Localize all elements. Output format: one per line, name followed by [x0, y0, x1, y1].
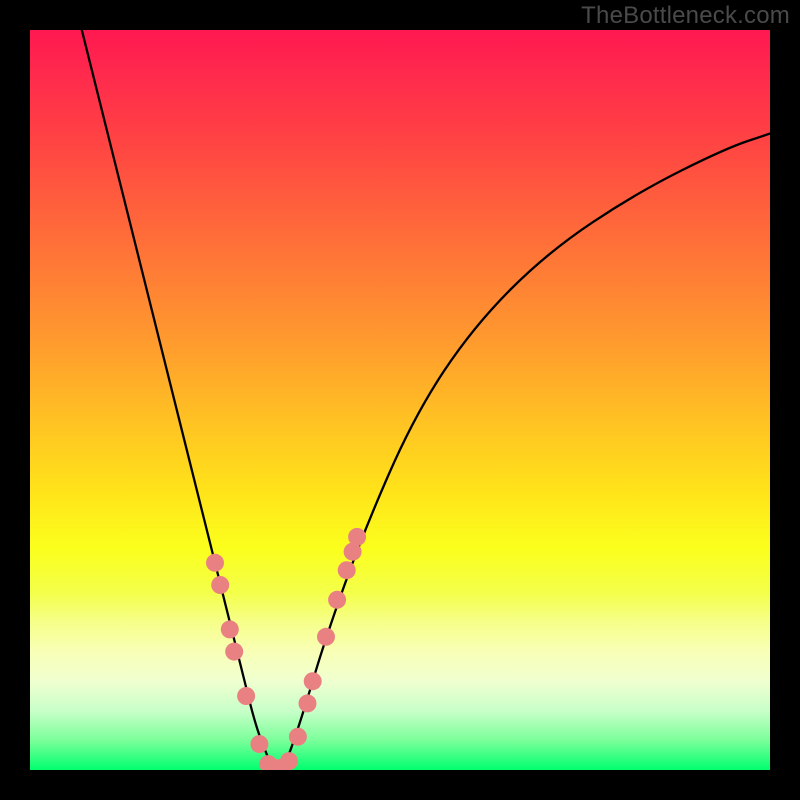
marker-dot	[250, 735, 268, 753]
marker-dot	[328, 591, 346, 609]
marker-dot	[338, 561, 356, 579]
marker-dot	[289, 728, 307, 746]
marker-dot	[348, 528, 366, 546]
chart-frame: TheBottleneck.com	[0, 0, 800, 800]
marker-dot	[237, 687, 255, 705]
marker-dot	[317, 628, 335, 646]
marker-dot	[225, 643, 243, 661]
marker-dot	[206, 554, 224, 572]
marker-dot	[211, 576, 229, 594]
marker-dot	[299, 694, 317, 712]
plot-area	[30, 30, 770, 770]
marker-dot	[280, 752, 298, 770]
curve-svg	[30, 30, 770, 770]
highlight-markers	[206, 528, 366, 770]
marker-dot	[304, 672, 322, 690]
bottleneck-curve	[82, 30, 770, 770]
watermark-text: TheBottleneck.com	[581, 2, 790, 30]
marker-dot	[221, 620, 239, 638]
